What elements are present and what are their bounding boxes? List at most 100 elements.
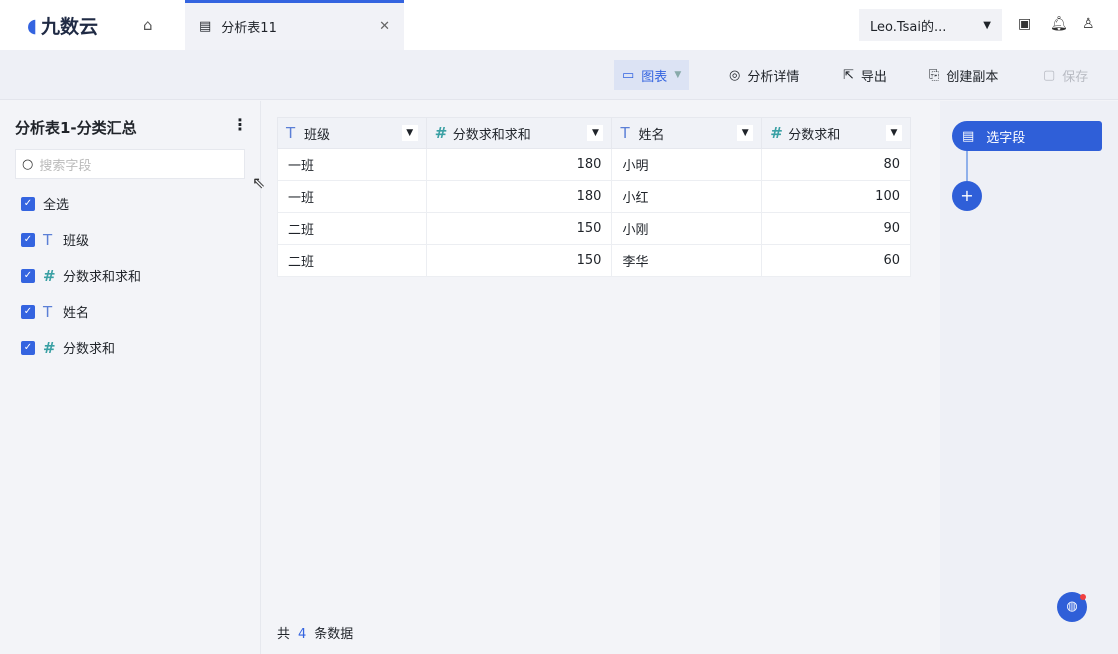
select-fields-step[interactable]: ▤ 选字段 — [952, 121, 1102, 151]
table-row: 一班 180 小明 80 — [277, 148, 911, 181]
dropdown-icon[interactable]: ▼ — [886, 125, 902, 141]
column-title: 分数求和 — [788, 127, 841, 143]
search-placeholder: 搜索字段 — [39, 158, 92, 174]
close-icon[interactable]: ✕ — [379, 19, 390, 34]
logo-text: 九数云 — [41, 16, 99, 38]
row-count: 共 4 条数据 — [277, 623, 353, 642]
document-icon: ▤ — [199, 19, 212, 34]
create-copy-button[interactable]: ⎘ 创建副本 — [921, 60, 1006, 90]
top-bar: ◖ 九数云 ⌂ ▤ 分析表11 ✕ Leo.Tsai的... ▼ ▣ 🔔︎ ♙ — [0, 0, 1118, 50]
table-cell[interactable]: 李华 — [611, 244, 763, 277]
field-item[interactable]: ✓ T 姓名 — [21, 302, 89, 321]
details-label: 分析详情 — [747, 69, 800, 85]
clipboard-icon[interactable]: ▣ — [1018, 16, 1031, 32]
dropdown-icon[interactable]: ▼ — [737, 125, 754, 141]
table-cell[interactable]: 180 — [425, 180, 613, 213]
table-cell[interactable]: 小红 — [611, 180, 763, 213]
number-type-icon[interactable]: # — [770, 124, 783, 142]
checkbox-checked-icon: ✓ — [21, 340, 35, 355]
field-item[interactable]: ✓ T 班级 — [21, 230, 89, 249]
table-cell[interactable]: 150 — [425, 212, 613, 245]
chart-button[interactable]: ▭ 图表 ▼ — [614, 60, 690, 90]
table-row: 二班 150 小刚 90 — [277, 212, 911, 245]
export-button[interactable]: ⇱ 导出 — [835, 60, 895, 90]
search-icon: ○ — [22, 156, 34, 172]
add-step-button[interactable]: + — [952, 181, 982, 211]
save-icon: ▢ — [1043, 67, 1056, 83]
dropdown-icon[interactable]: ▼ — [587, 125, 604, 141]
column-title: 姓名 — [638, 127, 665, 143]
checkbox-checked-icon: ✓ — [21, 196, 35, 211]
table-cell[interactable]: 一班 — [277, 180, 427, 213]
field-panel: 分析表1-分类汇总 ⋮ ○ 搜索字段 ✓ 全选 ✓ T 班级 ✓ # 分数求和求和 ✓ T 姓名… — [0, 101, 261, 654]
column-header[interactable]: T 班级 ▼ — [277, 117, 427, 149]
column-title: 班级 — [304, 127, 331, 143]
number-type-icon: # — [43, 338, 56, 357]
bell-icon[interactable]: 🔔︎ — [1050, 16, 1068, 32]
search-input[interactable]: ○ 搜索字段 — [15, 149, 245, 179]
step-label: 选字段 — [986, 130, 1026, 146]
panel-title: 分析表1-分类汇总 — [15, 119, 137, 137]
column-title: 分数求和求和 — [452, 127, 531, 143]
table-cell[interactable]: 90 — [761, 212, 911, 245]
copy-icon: ⎘ — [929, 67, 940, 83]
step-connector — [966, 151, 968, 181]
table-cell[interactable]: 60 — [761, 244, 911, 277]
checkbox-checked-icon: ✓ — [21, 304, 35, 319]
user-icon[interactable]: ♙ — [1082, 16, 1095, 32]
dropdown-icon[interactable]: ▼ — [401, 125, 418, 141]
chart-label: 图表 — [641, 69, 668, 85]
text-type-icon[interactable]: T — [620, 124, 632, 142]
save-button[interactable]: ▢ 保存 — [1035, 60, 1096, 90]
table-cell[interactable]: 180 — [425, 148, 613, 181]
text-type-icon[interactable]: T — [286, 124, 298, 142]
home-icon[interactable]: ⌂ — [143, 16, 161, 34]
data-table-area: T 班级 ▼ # 分数求和求和 ▼ T 姓名 ▼ # 分数求和 ▼ 一班 180 小明 80 一班 180 小红 1… — [262, 101, 940, 654]
field-label: 分数求和 — [63, 342, 116, 357]
text-type-icon: T — [43, 230, 53, 249]
more-icon[interactable]: ⋮ — [232, 115, 248, 134]
table-cell[interactable]: 小明 — [611, 148, 763, 181]
column-header[interactable]: # 分数求和求和 ▼ — [425, 117, 613, 149]
workspace-name: Leo.Tsai的... — [870, 19, 947, 35]
data-table: T 班级 ▼ # 分数求和求和 ▼ T 姓名 ▼ # 分数求和 ▼ 一班 180 小明 80 一班 180 小红 1… — [277, 117, 911, 277]
count-prefix: 共 — [277, 627, 291, 642]
copy-label: 创建副本 — [946, 69, 999, 85]
notification-dot — [1080, 594, 1086, 600]
steps-panel: ▤ 选字段 + — [940, 101, 1118, 654]
field-label: 姓名 — [63, 306, 90, 321]
tab-analysis[interactable]: ▤ 分析表11 ✕ — [185, 0, 404, 50]
count-suffix: 条数据 — [314, 627, 354, 642]
chart-icon: ▭ — [622, 67, 635, 83]
table-cell[interactable]: 100 — [761, 180, 911, 213]
table-cell[interactable]: 小刚 — [611, 212, 763, 245]
checkbox-checked-icon: ✓ — [21, 232, 35, 247]
tab-label: 分析表11 — [221, 21, 277, 36]
scan-icon: ◎ — [729, 67, 741, 83]
column-header[interactable]: T 姓名 ▼ — [611, 117, 763, 149]
logo[interactable]: ◖ 九数云 — [27, 12, 98, 39]
select-all-checkbox[interactable]: ✓ 全选 — [21, 194, 69, 213]
workspace-select[interactable]: Leo.Tsai的... ▼ — [859, 9, 1002, 41]
table-row: 二班 150 李华 60 — [277, 244, 911, 277]
field-item[interactable]: ✓ # 分数求和求和 — [21, 266, 141, 285]
analysis-details-button[interactable]: ◎ 分析详情 — [721, 60, 807, 90]
table-cell[interactable]: 150 — [425, 244, 613, 277]
table-cell[interactable]: 一班 — [277, 148, 427, 181]
caret-down-icon: ▼ — [983, 19, 991, 31]
export-icon: ⇱ — [843, 67, 854, 83]
number-type-icon: # — [43, 266, 56, 285]
field-item[interactable]: ✓ # 分数求和 — [21, 338, 115, 357]
table-cell[interactable]: 二班 — [277, 244, 427, 277]
count-value: 4 — [298, 627, 307, 642]
export-label: 导出 — [860, 69, 887, 85]
save-label: 保存 — [1062, 69, 1089, 85]
logo-icon: ◖ — [27, 14, 38, 37]
toolbar: ▭ 图表 ▼ ◎ 分析详情 ⇱ 导出 ⎘ 创建副本 ▢ 保存 — [0, 50, 1118, 100]
edit-list-icon: ▤ — [962, 128, 975, 144]
table-cell[interactable]: 80 — [761, 148, 911, 181]
select-all-label: 全选 — [43, 198, 70, 213]
table-cell[interactable]: 二班 — [277, 212, 427, 245]
column-header[interactable]: # 分数求和 ▼ — [761, 117, 911, 149]
number-type-icon[interactable]: # — [435, 124, 448, 142]
